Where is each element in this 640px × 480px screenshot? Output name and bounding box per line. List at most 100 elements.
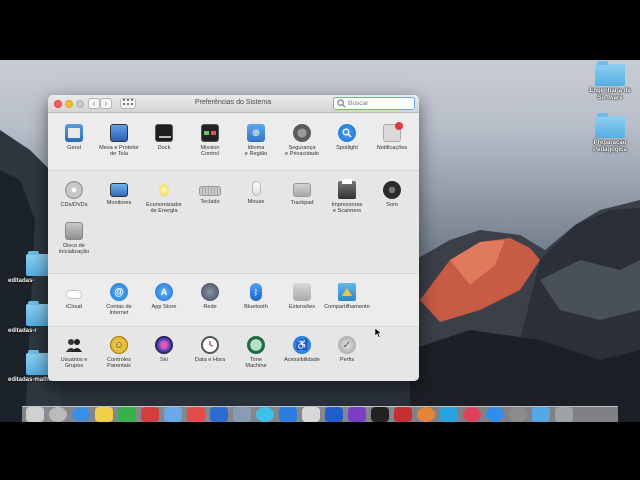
- word-icon[interactable]: [325, 407, 343, 422]
- notifications-icon: [383, 122, 403, 142]
- dock-icon: [155, 124, 173, 142]
- system-preferences-dock-icon[interactable]: [509, 407, 527, 422]
- folder-icon: [595, 61, 625, 86]
- trash-icon[interactable]: [555, 407, 573, 422]
- pane-app-store[interactable]: A App Store: [140, 283, 188, 310]
- app-icon-blue-2[interactable]: [210, 407, 228, 422]
- bluetooth-icon: ᛒ: [250, 283, 262, 301]
- icloud-icon: [65, 283, 83, 301]
- messages-icon[interactable]: [118, 407, 136, 422]
- search-input[interactable]: [348, 98, 414, 109]
- search-field[interactable]: [333, 97, 415, 110]
- preferences-section-hardware: CDs/DVDs Monitores Economizador de Energ…: [48, 170, 419, 272]
- pane-keyboard[interactable]: Teclado: [186, 181, 234, 205]
- users-groups-icon: [65, 336, 83, 354]
- close-button[interactable]: [54, 100, 62, 108]
- app-store-icon: A: [155, 283, 173, 301]
- system-preferences-window: ‹ › Preferências do Sistema Buscar Geral…: [48, 95, 419, 381]
- time-machine-icon: [247, 336, 265, 354]
- desktop-folder[interactable]: Engenharia de Software: [580, 61, 640, 102]
- pane-date-time[interactable]: Data e Hora: [186, 336, 234, 363]
- app-icon-white[interactable]: [302, 407, 320, 422]
- startup-disk-icon: [65, 222, 83, 240]
- pane-mouse[interactable]: Mouse: [232, 181, 280, 205]
- pane-profiles[interactable]: ✓ Perfis: [323, 336, 371, 363]
- pane-mission-control[interactable]: Mission Control: [186, 124, 234, 158]
- pane-security-privacy[interactable]: Segurança e Privacidade: [278, 124, 326, 158]
- pane-printers-scanners[interactable]: Impressoras e Scanners: [323, 179, 371, 215]
- cd-dvd-icon: [65, 181, 83, 199]
- pane-general[interactable]: Geral: [50, 124, 98, 151]
- pane-extensions[interactable]: Extensões: [278, 283, 326, 310]
- internet-accounts-icon: @: [110, 283, 128, 301]
- spotlight-icon: [338, 124, 356, 142]
- pane-siri[interactable]: Siri: [140, 336, 188, 363]
- pane-displays[interactable]: Monitores: [95, 181, 143, 206]
- pane-time-machine[interactable]: Time Machine: [232, 336, 280, 370]
- folder-dock-icon[interactable]: [532, 407, 550, 422]
- accessibility-icon: ♿: [293, 336, 311, 354]
- desktop-folder[interactable]: Preparação Pedagógica: [580, 113, 640, 154]
- preferences-section-personal: Geral Mesa e Protetor de Tela Dock Missi…: [48, 114, 419, 169]
- app-icon-gray[interactable]: [233, 407, 251, 422]
- forward-button[interactable]: ›: [100, 98, 112, 109]
- app-icon-orange[interactable]: [417, 407, 435, 422]
- sharing-icon: [338, 283, 356, 301]
- app-icon-sky[interactable]: [440, 407, 458, 422]
- pane-startup-disk[interactable]: Disco de Inicialização: [50, 222, 98, 256]
- grid-icon: [123, 99, 133, 105]
- pane-parental-controls[interactable]: ☺ Controles Parentais: [95, 336, 143, 370]
- pane-trackpad[interactable]: Trackpad: [278, 181, 326, 206]
- pane-users-groups[interactable]: Usuários e Grupos: [50, 336, 98, 370]
- pane-notifications[interactable]: Notificações: [368, 122, 416, 151]
- app-icon-pink[interactable]: [463, 407, 481, 422]
- preferences-section-internet: iCloud @ Contas de Internet A App Store …: [48, 273, 419, 325]
- launchpad-icon[interactable]: [49, 407, 67, 422]
- pane-icloud[interactable]: iCloud: [50, 283, 98, 310]
- printers-scanners-icon: [338, 179, 356, 199]
- pane-bluetooth[interactable]: ᛒ Bluetooth: [232, 283, 280, 310]
- mouse-icon: [251, 181, 261, 196]
- app-icon-blue[interactable]: [164, 407, 182, 422]
- app-icon-cyan[interactable]: [256, 407, 274, 422]
- energy-saver-icon: [155, 181, 173, 199]
- security-privacy-icon: [293, 124, 311, 142]
- app-icon-purple[interactable]: [348, 407, 366, 422]
- pane-language-region[interactable]: ⊕ Idioma e Região: [232, 124, 280, 158]
- date-time-icon: [201, 336, 219, 354]
- language-region-icon: ⊕: [247, 124, 265, 142]
- finder-icon[interactable]: [26, 407, 44, 422]
- pane-cd-dvd[interactable]: CDs/DVDs: [50, 181, 98, 208]
- window-titlebar: ‹ › Preferências do Sistema: [48, 95, 419, 113]
- app-icon-red[interactable]: [141, 407, 159, 422]
- profiles-icon: ✓: [338, 336, 356, 354]
- folder-icon: [595, 113, 625, 138]
- app-icon-blue-3[interactable]: [279, 407, 297, 422]
- sound-icon: [383, 181, 401, 199]
- terminal-icon[interactable]: [371, 407, 389, 422]
- app-store-dock-icon[interactable]: [486, 407, 504, 422]
- pane-sound[interactable]: Som: [368, 181, 416, 208]
- show-all-button[interactable]: [120, 98, 136, 109]
- zoom-button[interactable]: [76, 100, 84, 108]
- parental-controls-icon: ☺: [110, 336, 128, 354]
- pane-spotlight[interactable]: Spotlight: [323, 124, 371, 151]
- app-icon-red-2[interactable]: [187, 407, 205, 422]
- pane-accessibility[interactable]: ♿ Acessibilidade: [278, 336, 326, 363]
- pane-desktop-screensaver[interactable]: Mesa e Protetor de Tela: [95, 124, 143, 158]
- minimize-button[interactable]: [65, 100, 73, 108]
- notes-icon[interactable]: [95, 407, 113, 422]
- safari-icon[interactable]: [72, 407, 90, 422]
- pane-internet-accounts[interactable]: @ Contas de Internet: [95, 283, 143, 317]
- pane-network[interactable]: Rede: [186, 283, 234, 310]
- pane-dock[interactable]: Dock: [140, 124, 188, 151]
- back-button[interactable]: ‹: [88, 98, 100, 109]
- trackpad-icon: [293, 183, 311, 197]
- dock: [22, 406, 618, 422]
- displays-icon: [110, 183, 128, 197]
- keyboard-icon: [199, 186, 221, 196]
- pane-sharing[interactable]: Compartilhamento: [323, 283, 371, 310]
- extensions-icon: [293, 283, 311, 301]
- app-icon-dark-red[interactable]: [394, 407, 412, 422]
- pane-energy-saver[interactable]: Economizador de Energia: [140, 181, 188, 215]
